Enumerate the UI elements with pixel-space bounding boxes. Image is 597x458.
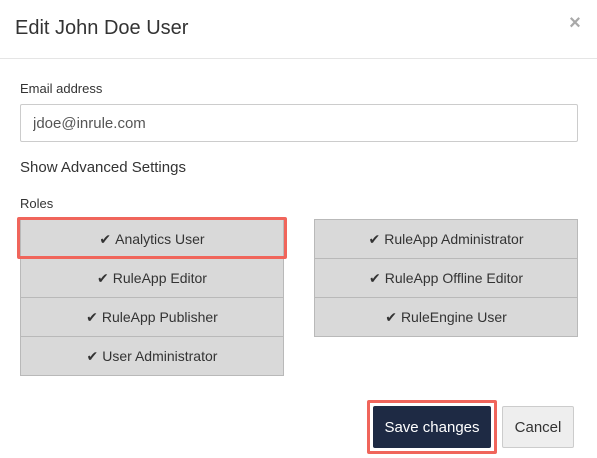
- close-icon[interactable]: ×: [567, 12, 583, 34]
- role-ruleapp-editor-button[interactable]: ✔ RuleApp Editor: [21, 259, 283, 298]
- email-label: Email address: [20, 81, 103, 96]
- role-ruleapp-offline-editor-button[interactable]: ✔ RuleApp Offline Editor: [315, 259, 577, 298]
- check-icon: ✔: [86, 347, 99, 364]
- check-icon: ✔: [369, 269, 381, 286]
- email-field[interactable]: [20, 104, 578, 142]
- role-ruleengine-user-button[interactable]: ✔ RuleEngine User: [315, 298, 577, 336]
- check-icon: ✔: [97, 269, 109, 286]
- dialog-header: Edit John Doe User ×: [0, 0, 597, 59]
- edit-user-dialog: Edit John Doe User × Email address Show …: [0, 0, 597, 458]
- role-label: RuleApp Administrator: [384, 231, 524, 247]
- role-ruleapp-publisher-button[interactable]: ✔ RuleApp Publisher: [21, 298, 283, 337]
- roles-column-left: ✔ Analytics User ✔ RuleApp Editor ✔ Rule…: [20, 219, 284, 376]
- check-icon: ✔: [368, 230, 381, 247]
- role-label: RuleApp Editor: [112, 270, 207, 286]
- role-label: RuleApp Offline Editor: [384, 270, 523, 286]
- check-icon: ✔: [99, 230, 112, 247]
- save-changes-button[interactable]: Save changes: [373, 406, 491, 448]
- role-label: User Administrator: [102, 348, 218, 364]
- role-label: Analytics User: [115, 231, 205, 247]
- role-label: RuleEngine User: [400, 309, 507, 325]
- dialog-title: Edit John Doe User: [15, 17, 189, 39]
- roles-column-right: ✔ RuleApp Administrator ✔ RuleApp Offlin…: [314, 219, 578, 337]
- role-user-administrator-button[interactable]: ✔ User Administrator: [21, 337, 283, 375]
- check-icon: ✔: [86, 308, 98, 325]
- cancel-button[interactable]: Cancel: [502, 406, 574, 448]
- role-analytics-user-button[interactable]: ✔ Analytics User: [21, 220, 283, 259]
- show-advanced-settings-link[interactable]: Show Advanced Settings: [20, 159, 186, 177]
- roles-label: Roles: [20, 196, 54, 211]
- role-label: RuleApp Publisher: [101, 309, 218, 325]
- check-icon: ✔: [385, 308, 397, 325]
- role-ruleapp-administrator-button[interactable]: ✔ RuleApp Administrator: [315, 220, 577, 259]
